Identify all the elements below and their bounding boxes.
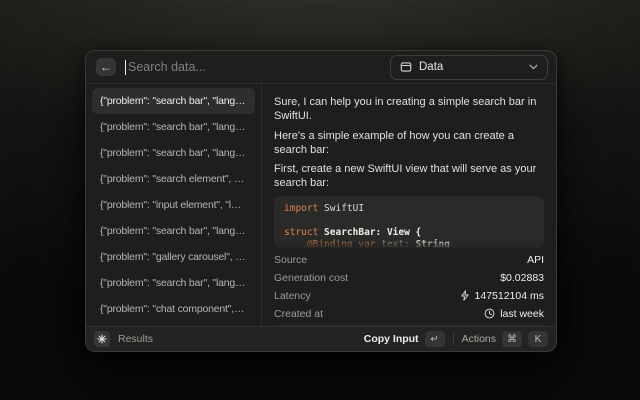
answer-paragraph: Here's a simple example of how you can c… [274,129,544,158]
clock-icon [484,308,495,319]
app-logo-icon [94,331,110,347]
text-caret [125,60,126,75]
code-block: import SwiftUI struct SearchBar: View { … [274,196,544,248]
data-source-dropdown[interactable]: Data [390,55,548,80]
chevron-down-icon [529,64,538,70]
results-list: {"problem": "search bar", "language... {… [86,84,262,326]
actions-menu-button[interactable]: Actions ⌘ K [462,331,548,347]
list-item[interactable]: {"problem": "gallery carousel", "lang... [92,244,255,270]
metadata-panel: Source API Generation cost $0.02883 Late… [274,251,544,326]
list-item[interactable]: {"problem": "search element", "lang... [92,166,255,192]
search-bar: ← Data [86,51,556,84]
list-item[interactable]: {"problem": "chat component", "lang... [92,296,255,322]
answer-paragraph: Sure, I can help you in creating a simpl… [274,95,544,124]
code-text: SearchBar: View { [318,227,421,238]
search-field-wrap [125,51,381,83]
list-item[interactable]: {"problem": "search bar", "language... [92,88,255,114]
lightning-icon [460,290,470,301]
main-body: {"problem": "search bar", "language... {… [86,84,556,326]
list-item[interactable]: {"problem": "search bar", "language... [92,140,255,166]
code-keyword: import [284,203,318,214]
dropdown-selected-label: Data [419,61,443,73]
list-item[interactable]: {"problem": "input element", "langua... [92,192,255,218]
code-text: SwiftUI [318,203,364,214]
footer-action-bar: Results Copy Input ↵ Actions ⌘ K [86,326,556,351]
arrow-left-icon: ← [100,61,112,73]
command-palette-window: ← Data {"problem": "sear [85,50,557,352]
metadata-row: Created at last week [274,305,544,323]
footer-divider [453,333,454,345]
detail-panel: Sure, I can help you in creating a simpl… [262,84,556,326]
back-button[interactable]: ← [96,58,116,76]
metadata-row: Generation cost $0.02883 [274,269,544,287]
metadata-row: Source API [274,251,544,269]
data-collection-icon [400,61,412,73]
search-input[interactable] [125,60,381,74]
return-key-icon: ↵ [425,331,445,347]
code-fade-overlay [274,239,544,248]
copy-input-button[interactable]: Copy Input ↵ [364,331,445,347]
list-item[interactable]: {"problem": "search bar", "language... [92,218,255,244]
metadata-row: Latency 147512104 ms [274,287,544,305]
command-key-icon: ⌘ [502,331,522,347]
list-item[interactable]: {"problem": "search bar", "language... [92,114,255,140]
k-key-icon: K [528,331,548,347]
results-label: Results [118,333,153,345]
answer-paragraph: First, create a new SwiftUI view that wi… [274,162,544,191]
code-keyword: struct [284,227,318,238]
list-item[interactable]: {"problem": "search bar", "language... [92,270,255,296]
